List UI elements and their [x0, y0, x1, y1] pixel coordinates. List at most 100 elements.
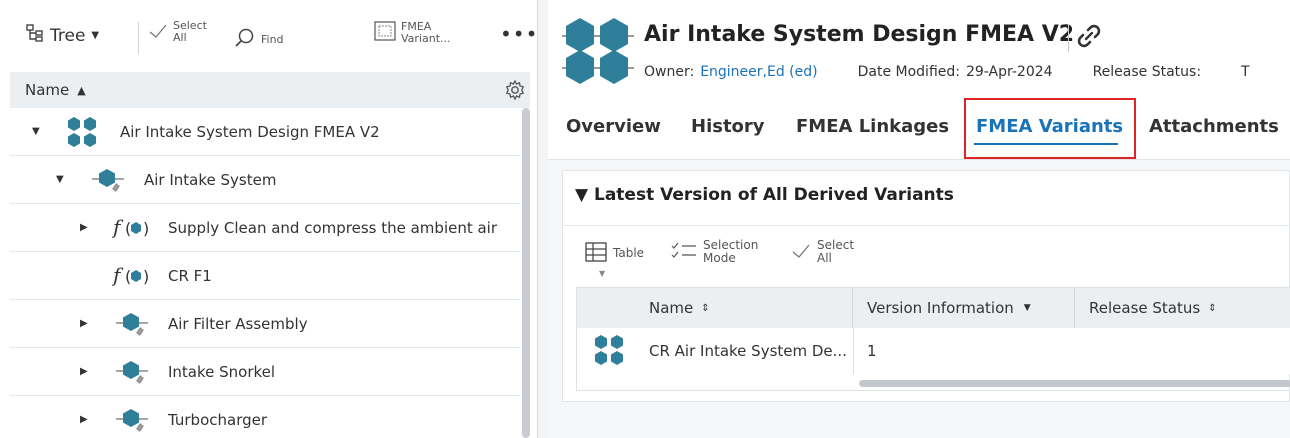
function-icon: f(): [111, 262, 152, 294]
find-button[interactable]: Find: [234, 28, 284, 51]
column-header-label: Release Status: [1089, 299, 1201, 317]
system-icon: [114, 310, 150, 344]
tab-fmea-linkages[interactable]: FMEA Linkages: [796, 116, 949, 137]
checkmark-icon: [791, 243, 811, 262]
tree-row-label: Turbocharger: [168, 410, 268, 429]
tree-view: ▼ Air Intake System Design FMEA V2 ▼ Air…: [10, 108, 520, 438]
svg-text:(: (: [125, 267, 131, 286]
tree-row-function[interactable]: f() CR F1: [10, 252, 520, 300]
owner-link[interactable]: Engineer,Ed (ed): [700, 64, 817, 80]
more-options-button[interactable]: •••: [500, 22, 538, 46]
table-view-button[interactable]: Table: [585, 241, 644, 266]
object-header: Air Intake System Design FMEA V2 Owner: …: [548, 0, 1290, 98]
variants-section: ▼ Latest Version of All Derived Variants…: [562, 170, 1290, 402]
release-status-value: T: [1241, 64, 1250, 80]
tab-history[interactable]: History: [691, 116, 765, 137]
panel-splitter[interactable]: [538, 0, 548, 438]
chevron-down-icon[interactable]: ▼: [599, 269, 605, 278]
cell-version: 1: [867, 342, 877, 360]
select-all-line2: All: [817, 251, 832, 265]
select-all-line2: All: [173, 31, 187, 44]
fmea-large-icon: [562, 14, 634, 90]
owner-label: Owner:: [644, 64, 695, 80]
find-label: Find: [261, 32, 284, 46]
fmea-variants-line2: Variant...: [401, 31, 451, 45]
expand-caret-icon[interactable]: ▶: [80, 414, 88, 425]
svg-text:f: f: [112, 263, 124, 287]
tab-highlight-box: [964, 98, 1136, 159]
fmea-icon: [593, 334, 627, 370]
tree-row-system[interactable]: ▶ Intake Snorkel: [10, 348, 520, 396]
selection-mode-button[interactable]: Selection Mode: [671, 239, 758, 265]
collapse-caret-icon[interactable]: ▼: [32, 126, 40, 137]
svg-text:f: f: [112, 215, 124, 239]
tree-panel: Tree ▼ Select All Find FMEA Variant... •…: [0, 0, 538, 438]
table-view-label: Table: [613, 246, 645, 260]
collapse-caret-icon[interactable]: ▼: [56, 174, 64, 185]
tree-row-label: Air Intake System: [144, 170, 277, 189]
page-title: Air Intake System Design FMEA V2: [644, 22, 1075, 47]
tree-scrollbar[interactable]: [522, 108, 530, 438]
tree-view-label: Tree: [50, 25, 86, 46]
expand-caret-icon[interactable]: ▶: [80, 222, 88, 233]
select-all-button[interactable]: Select All: [791, 239, 854, 265]
checkmark-icon: [148, 23, 168, 42]
expand-caret-icon[interactable]: ▶: [80, 318, 88, 329]
date-label: Date Modified:: [857, 64, 960, 80]
tree-view-dropdown[interactable]: Tree ▼: [26, 24, 99, 47]
tab-overview[interactable]: Overview: [566, 116, 661, 137]
column-header-version[interactable]: Version Information ▼: [853, 288, 1075, 328]
table-row[interactable]: CR Air Intake System De... 1: [577, 328, 1290, 374]
release-status-label: Release Status:: [1092, 64, 1202, 80]
select-all-button[interactable]: Select All: [148, 20, 207, 44]
tree-row-system[interactable]: ▶ Turbocharger: [10, 396, 520, 438]
selection-list-icon: [671, 241, 697, 264]
tree-icon: [26, 24, 44, 47]
expand-caret-icon[interactable]: ▶: [80, 366, 88, 377]
tree-row-label: Air Filter Assembly: [168, 314, 308, 333]
search-icon: [234, 28, 256, 51]
svg-text:): ): [143, 267, 149, 286]
tab-attachments[interactable]: Attachments: [1149, 116, 1279, 137]
tree-column-header: Name ▲: [10, 72, 530, 108]
date-value: 29-Apr-2024: [965, 64, 1053, 80]
fmea-icon: [66, 116, 100, 152]
variants-table: Name ⇕ Version Information ▼ Release Sta…: [576, 287, 1290, 391]
svg-text:): ): [143, 219, 149, 238]
table-scrollbar[interactable]: [859, 380, 1290, 387]
variant-icon: [374, 20, 396, 45]
system-icon: [114, 406, 150, 438]
tree-row-function[interactable]: ▶ f() Supply Clean and compress the ambi…: [10, 204, 520, 252]
cell-name[interactable]: CR Air Intake System De...: [649, 328, 847, 374]
tree-row-label: Intake Snorkel: [168, 362, 276, 381]
svg-text:(: (: [125, 219, 131, 238]
toolbar-divider: [138, 22, 139, 54]
chevron-down-icon: ▼: [1023, 303, 1031, 313]
sort-icon: ⇕: [701, 302, 710, 314]
tree-row-label: Supply Clean and compress the ambient ai…: [168, 218, 498, 237]
section-divider: [563, 225, 1290, 226]
details-panel: Air Intake System Design FMEA V2 Owner: …: [548, 0, 1290, 438]
tree-row-label: CR F1: [168, 266, 212, 285]
tree-row-system[interactable]: ▶ Air Filter Assembly: [10, 300, 520, 348]
column-header-label: Name: [649, 299, 694, 317]
link-icon[interactable]: [1068, 24, 1101, 52]
tree-row-system[interactable]: ▼ Air Intake System: [10, 156, 520, 204]
function-icon: f(): [111, 214, 152, 246]
system-icon: [90, 166, 126, 200]
column-header-label: Version Information: [867, 299, 1014, 317]
header-meta: Owner: Engineer,Ed (ed) Date Modified: 2…: [644, 64, 1250, 80]
tree-row-fmea[interactable]: ▼ Air Intake System Design FMEA V2: [10, 108, 520, 156]
name-column-label[interactable]: Name: [25, 81, 69, 99]
sort-icon: ⇕: [1208, 302, 1217, 314]
section-title[interactable]: ▼ Latest Version of All Derived Variants: [575, 185, 954, 205]
table-icon: [585, 241, 607, 266]
selection-mode-line2: Mode: [703, 251, 736, 265]
column-header-name[interactable]: Name ⇕: [577, 288, 853, 328]
column-header-release-status[interactable]: Release Status ⇕: [1075, 288, 1290, 328]
gear-icon[interactable]: [504, 79, 526, 105]
tree-row-label: Air Intake System Design FMEA V2: [120, 122, 380, 141]
sort-icon[interactable]: ▲: [77, 84, 85, 97]
fmea-variants-line1: FMEA: [401, 19, 432, 33]
fmea-variants-button[interactable]: FMEA Variant...: [374, 20, 451, 45]
